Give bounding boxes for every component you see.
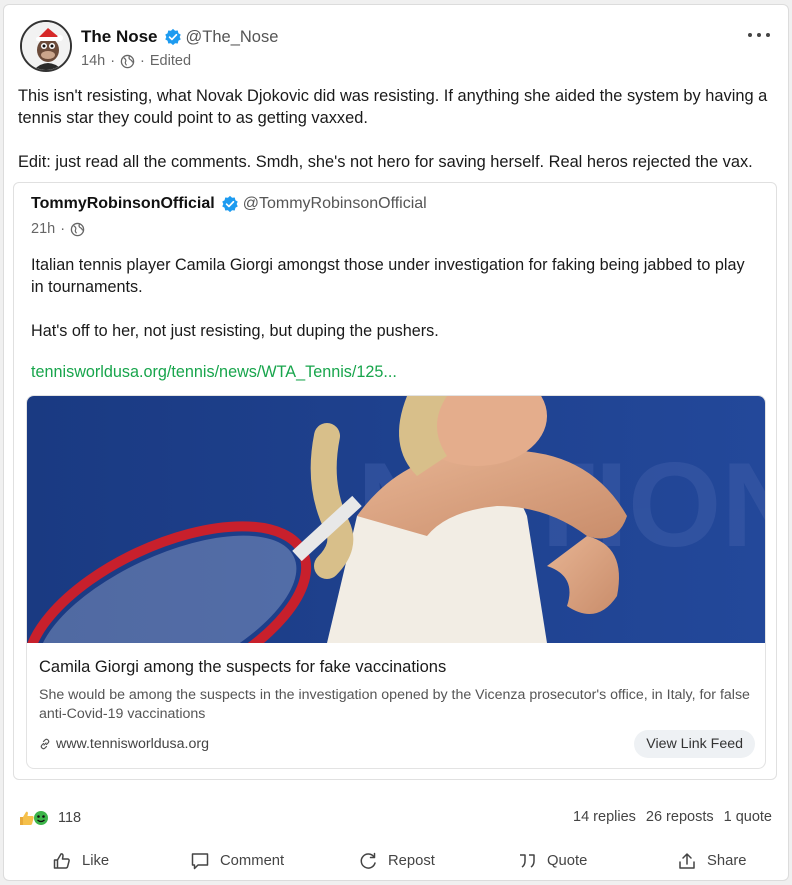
quote-icon (520, 854, 535, 868)
post-card: The Nose @The_Nose 14h · · Edited This i… (3, 4, 789, 881)
repost-button[interactable]: Repost (358, 841, 435, 881)
quoted-paragraph: Italian tennis player Camila Giorgi amon… (31, 256, 745, 296)
like-button[interactable]: Like (52, 841, 109, 881)
post-paragraph: This isn't resisting, what Novak Djokovi… (18, 87, 768, 127)
more-icon-dot (748, 33, 752, 37)
quoted-time[interactable]: 21h (31, 221, 55, 237)
reaction-icons (18, 809, 50, 827)
quoted-post[interactable]: TommyRobinsonOfficial @TommyRobinsonOffi… (13, 182, 777, 780)
post-meta: 14h · · Edited (81, 53, 191, 69)
comment-button[interactable]: Comment (190, 841, 284, 881)
clown-reaction-icon (34, 811, 48, 825)
action-bar: Like Comment Repost Quote Share (4, 841, 790, 881)
post-time[interactable]: 14h (81, 53, 105, 69)
quoted-body: Italian tennis player Camila Giorgi amon… (31, 254, 761, 342)
link-domain[interactable]: www.tennisworldusa.org (56, 736, 209, 752)
meta-separator: · (140, 53, 145, 69)
quote-label: Quote (547, 853, 588, 869)
post-paragraph: Edit: just read all the comments. Smdh, … (18, 153, 753, 171)
more-options-button[interactable] (748, 27, 770, 43)
share-button[interactable]: Share (677, 841, 747, 881)
globe-icon (120, 54, 135, 68)
verified-icon (221, 195, 238, 213)
share-icon (679, 853, 695, 869)
repost-icon (360, 852, 376, 869)
avatar-image (22, 22, 70, 70)
reactions-summary[interactable]: 118 (18, 809, 81, 827)
meta-separator: · (60, 221, 66, 237)
author-row: The Nose @The_Nose (81, 27, 278, 47)
like-label: Like (82, 853, 110, 869)
link-domain-row: www.tennisworldusa.org (39, 736, 209, 752)
comment-label: Comment (220, 853, 285, 869)
quoted-author-handle[interactable]: @TommyRobinsonOfficial (243, 195, 427, 213)
engagement-stats: 14 replies 26 reposts 1 quote (563, 809, 772, 825)
replies-count[interactable]: 14 replies (573, 809, 636, 825)
quoted-author-name[interactable]: TommyRobinsonOfficial (31, 195, 215, 213)
repost-label: Repost (388, 853, 435, 869)
thumbs-up-icon (53, 853, 70, 869)
quoted-url-link[interactable]: tennisworldusa.org/tennis/news/WTA_Tenni… (31, 363, 397, 382)
link-preview-card[interactable]: NATIONA Camila Giorgi among the suspects… (26, 395, 766, 769)
more-icon-dot (766, 33, 770, 37)
view-link-feed-button[interactable]: View Link Feed (634, 730, 755, 758)
author-name[interactable]: The Nose (81, 27, 158, 47)
quoted-author-row: TommyRobinsonOfficial @TommyRobinsonOffi… (31, 195, 427, 213)
verified-icon (164, 28, 181, 46)
comment-icon (191, 853, 209, 870)
quotes-count[interactable]: 1 quote (724, 809, 772, 825)
quote-button[interactable]: Quote (517, 841, 587, 881)
reactions-count: 118 (58, 810, 82, 826)
link-preview-image: NATIONA (27, 396, 765, 643)
edited-label: Edited (149, 53, 192, 69)
link-icon (40, 738, 50, 750)
post-body: This isn't resisting, what Novak Djokovi… (18, 85, 778, 173)
quoted-paragraph: Hat's off to her, not just resisting, bu… (31, 322, 439, 340)
share-label: Share (707, 853, 747, 869)
reposts-count[interactable]: 26 reposts (646, 809, 714, 825)
link-description: She would be among the suspects in the i… (39, 687, 750, 722)
globe-icon (70, 222, 85, 236)
more-icon-dot (757, 33, 761, 37)
meta-separator: · (110, 53, 116, 69)
author-handle[interactable]: @The_Nose (186, 28, 279, 47)
quoted-meta: 21h · (31, 221, 85, 237)
author-avatar[interactable] (20, 20, 72, 72)
link-title[interactable]: Camila Giorgi among the suspects for fak… (39, 658, 446, 677)
